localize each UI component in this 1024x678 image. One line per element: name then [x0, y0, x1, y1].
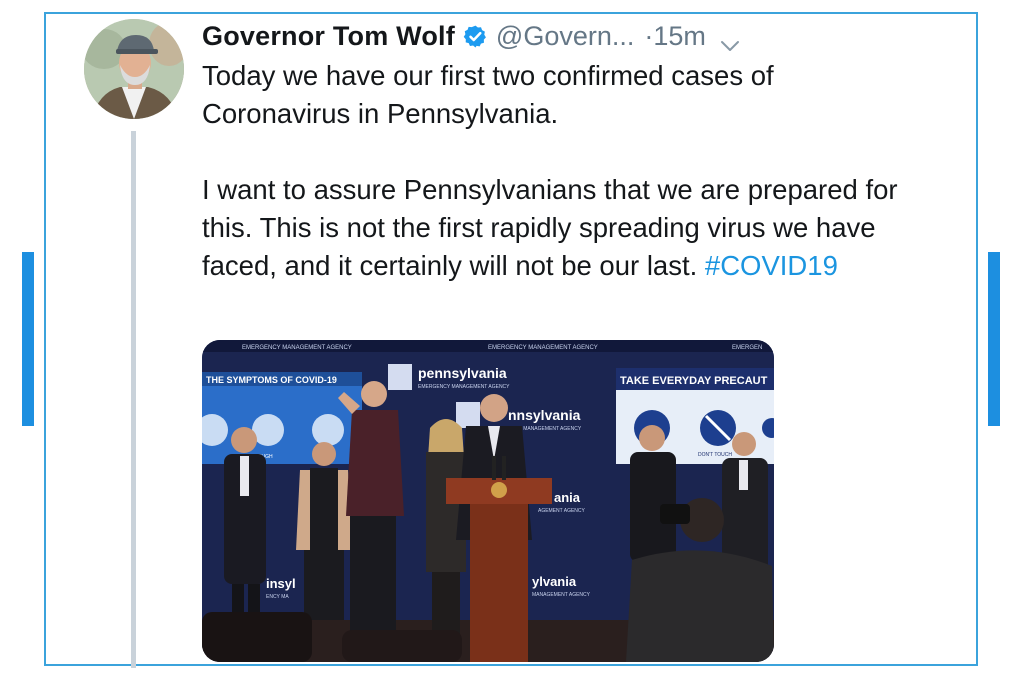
tweet-text: Today we have our first two confirmed ca… [202, 57, 922, 285]
tweet-header: Governor Tom Wolf @Govern... ·15m [202, 18, 740, 54]
logo-primary-word: pennsylvania [418, 365, 507, 381]
backdrop-text-top-right: EMERGEN [732, 345, 762, 351]
left-side-bar [22, 252, 34, 426]
right-side-bar [988, 252, 1000, 426]
author-handle[interactable]: @Govern... [496, 21, 634, 52]
logo-fourth-word: ylvania [532, 574, 577, 589]
tweet-card[interactable]: Governor Tom Wolf @Govern... ·15m Today … [44, 12, 978, 668]
screen-right-caption: DON'T TOUCH [698, 452, 732, 458]
logo-third-sub: AGEMENT AGENCY [538, 508, 586, 514]
thread-line [131, 131, 136, 668]
logo-primary-sub: EMERGENCY MANAGEMENT AGENCY [418, 384, 510, 390]
backdrop-text-top-center: EMERGENCY MANAGEMENT AGENCY [488, 345, 598, 351]
verified-badge-icon [463, 24, 488, 49]
tweet-photo[interactable]: EMERGENCY MANAGEMENT AGENCY EMERGENCY MA… [202, 340, 774, 662]
hashtag-link[interactable]: #COVID19 [705, 250, 838, 281]
logo-left-word: insyl [266, 576, 296, 591]
tweet-paragraph-2: I want to assure Pennsylvanians that we … [202, 171, 922, 285]
logo-fourth-sub: MANAGEMENT AGENCY [532, 592, 591, 598]
logo-second-word: nnsylvania [508, 407, 581, 423]
page: Governor Tom Wolf @Govern... ·15m Today … [0, 0, 1024, 678]
screen-right-title: TAKE EVERYDAY PRECAUT [620, 375, 768, 387]
logo-left-sub: ENCY MA [266, 594, 289, 600]
tweet-paragraph-1: Today we have our first two confirmed ca… [202, 60, 774, 129]
backdrop-text-top-left: EMERGENCY MANAGEMENT AGENCY [242, 345, 352, 351]
chevron-down-icon[interactable] [720, 29, 740, 51]
author-name[interactable]: Governor Tom Wolf [202, 21, 455, 52]
timestamp-value: 15m [653, 20, 706, 51]
author-avatar[interactable] [84, 19, 184, 119]
screen-left-title: THE SYMPTOMS OF COVID-19 [206, 375, 337, 385]
tweet-timestamp[interactable]: ·15m [644, 21, 706, 52]
logo-third-word: ania [554, 490, 581, 505]
